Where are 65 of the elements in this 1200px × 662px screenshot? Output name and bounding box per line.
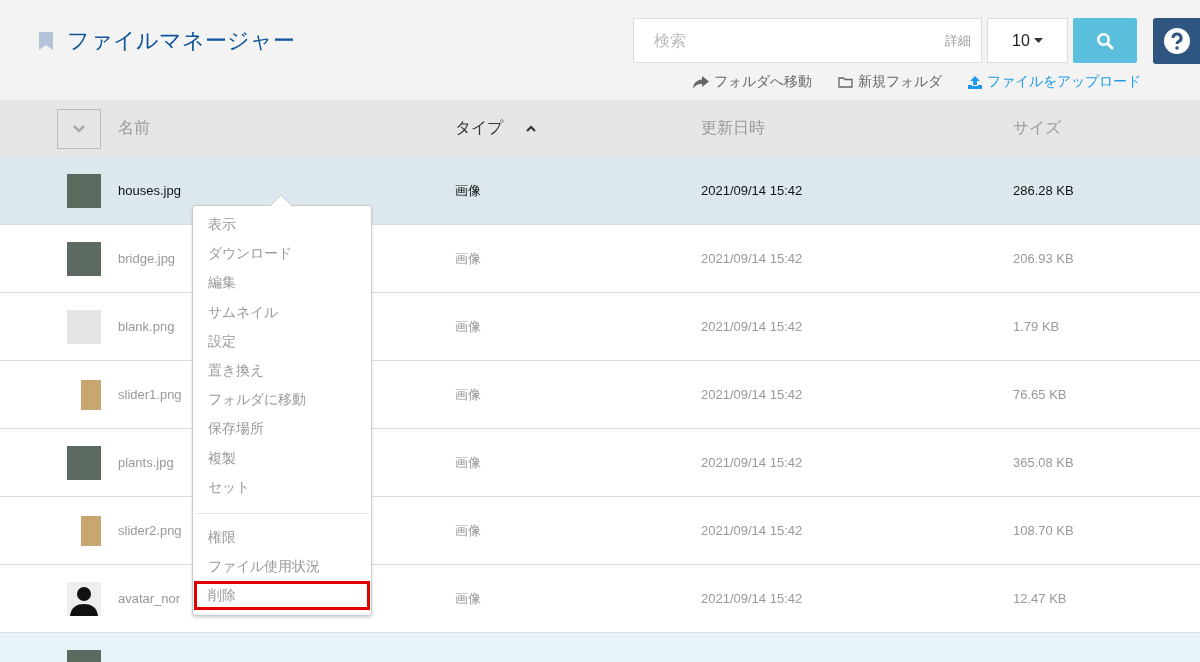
upload-icon	[968, 75, 982, 89]
photo-placeholder	[81, 515, 101, 546]
menu-item[interactable]: 複製	[194, 443, 370, 473]
file-type: 画像	[455, 317, 481, 336]
modified-date: 2021/09/14 15:42	[701, 387, 803, 402]
file-type: 画像	[455, 521, 481, 540]
file-name: blank.png	[118, 319, 175, 334]
menu-item[interactable]: ダウンロード	[194, 239, 370, 269]
photo-placeholder	[67, 309, 101, 344]
menu-item[interactable]: 権限	[194, 522, 370, 553]
file-type: 画像	[455, 249, 481, 268]
file-size: 12.47 KB	[1013, 591, 1067, 606]
photo-placeholder	[67, 241, 101, 276]
avatar-silhouette	[67, 581, 101, 616]
file-size: 108.70 KB	[1013, 523, 1074, 538]
help-icon	[1163, 28, 1190, 54]
modified-date: 2021/09/14 15:42	[701, 183, 803, 198]
file-name: houses.jpg	[118, 183, 181, 198]
page-title: ファイルマネージャー	[67, 27, 295, 55]
file-type: 画像	[455, 589, 481, 608]
file-name: plants.jpg	[118, 455, 174, 470]
page-size-dropdown[interactable]: 10	[987, 18, 1068, 63]
file-name: bridge.jpg	[118, 251, 176, 266]
sort-ascending-icon	[526, 125, 536, 132]
column-header[interactable]: サイズ	[1013, 119, 1061, 136]
folder-icon	[838, 76, 853, 88]
modified-date: 2021/09/14 15:42	[701, 591, 803, 606]
menu-item[interactable]: フォルダに移動	[194, 385, 370, 415]
modified-date: 2021/09/14 15:42	[701, 251, 803, 266]
share-arrow-icon	[693, 75, 709, 89]
modified-date: 2021/09/14 15:42	[701, 523, 803, 538]
detail-link[interactable]: 詳細	[945, 31, 971, 50]
file-size: 286.28 KB	[1013, 183, 1074, 198]
column-header[interactable]: タイプ	[455, 118, 503, 139]
file-type: 画像	[455, 385, 481, 404]
file-type: 画像	[455, 181, 481, 200]
action-link[interactable]: フォルダへ移動	[693, 73, 812, 91]
photo-placeholder	[67, 445, 101, 480]
menu-item[interactable]: 設定	[194, 326, 370, 356]
column-header[interactable]: 更新日時	[701, 119, 765, 136]
chevron-down-icon	[73, 124, 85, 133]
file-size: 76.65 KB	[1013, 387, 1067, 402]
action-link[interactable]: 新規フォルダ	[838, 73, 942, 91]
photo-placeholder	[81, 379, 101, 410]
modified-date: 2021/09/14 15:42	[701, 455, 803, 470]
file-size: 365.08 KB	[1013, 455, 1074, 470]
search-button[interactable]	[1073, 18, 1137, 63]
file-size: 1.79 KB	[1013, 319, 1060, 334]
action-link[interactable]: ファイルをアップロード	[968, 73, 1141, 91]
photo-placeholder	[67, 173, 101, 208]
bookmark-icon	[39, 32, 53, 50]
modified-date: 2021/09/14 15:42	[701, 319, 803, 334]
caret-icon	[1033, 38, 1043, 43]
file-name: slider2.png	[118, 523, 182, 538]
search-icon	[1096, 31, 1114, 50]
menu-item[interactable]: サムネイル	[194, 297, 370, 327]
help-button[interactable]	[1153, 18, 1200, 64]
select-dropdown[interactable]	[57, 108, 101, 149]
file-name: avatar_nor	[118, 591, 181, 606]
search-field[interactable]: 検索 詳細	[633, 18, 982, 63]
file-size: 206.93 KB	[1013, 251, 1074, 266]
menu-item[interactable]: 削除	[194, 581, 370, 611]
file-type: 画像	[455, 453, 481, 472]
file-name: slider1.png	[118, 387, 182, 402]
column-header[interactable]: 名前	[118, 118, 150, 139]
